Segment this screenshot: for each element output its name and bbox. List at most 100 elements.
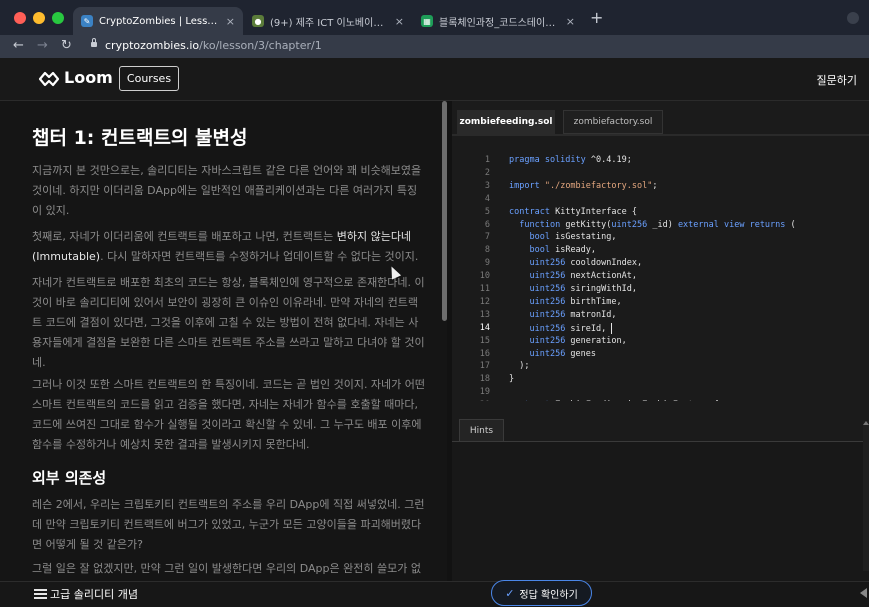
reload-icon[interactable]: ↻: [61, 38, 72, 54]
scroll-up-icon[interactable]: [863, 421, 869, 425]
line-number: 16: [479, 348, 490, 359]
code-line[interactable]: 12 uint256 birthTime,: [452, 297, 622, 310]
check-answer-button[interactable]: ✓ 정답 확인하기: [491, 580, 592, 606]
code-token: );: [509, 361, 530, 372]
code-line[interactable]: 17 );: [452, 361, 530, 374]
ask-question-button[interactable]: 질문하기: [817, 72, 857, 88]
check-icon: ✓: [505, 586, 515, 600]
code-line[interactable]: 1 pragma solidity ^0.4.19;: [452, 155, 632, 168]
close-tab-icon[interactable]: ×: [395, 15, 404, 28]
code-token: uint256: [529, 258, 566, 269]
code-text: function getKitty(uint256 _id) external …: [509, 219, 795, 233]
code-token: bool: [529, 232, 550, 243]
code-line[interactable]: 6 function getKitty(uint256 _id) externa…: [452, 220, 796, 233]
close-tab-icon[interactable]: ×: [566, 15, 575, 28]
line-number: 1: [484, 155, 490, 165]
line-number: 2: [484, 167, 490, 178]
code-token: ;: [652, 180, 658, 191]
code-line[interactable]: 9 uint256 cooldownIndex,: [452, 258, 642, 271]
code-line[interactable]: 15 uint256 generation,: [452, 336, 627, 349]
tab-search-button[interactable]: [847, 12, 859, 24]
code-token: external view returns: [677, 219, 786, 230]
code-token: cooldownIndex,: [565, 258, 643, 269]
text-caret: [611, 322, 613, 334]
code-token: ^0.4.19;: [585, 155, 632, 165]
code-line[interactable]: 8 bool isReady,: [452, 245, 596, 258]
tab-zombiefeeding[interactable]: zombiefeeding.sol: [457, 110, 555, 134]
code-token: ZombieFeeding is ZombieFactory {: [550, 400, 719, 401]
code-line[interactable]: 4: [452, 194, 509, 207]
code-text: uint256 cooldownIndex,: [509, 258, 642, 271]
address-bar: ← → ↻ cryptozombies.io/ko/lesson/3/chapt…: [0, 35, 869, 58]
code-line[interactable]: 11 uint256 siringWithId,: [452, 284, 637, 297]
back-arrow-icon[interactable]: ←: [13, 38, 24, 54]
code-line[interactable]: 10 uint256 nextActionAt,: [452, 271, 637, 284]
next-arrow-icon[interactable]: [860, 588, 867, 598]
editor-tab-underline: [452, 134, 869, 136]
line-number: 7: [484, 232, 490, 243]
hints-scrollbar[interactable]: [863, 421, 869, 571]
code-line[interactable]: 2: [452, 168, 509, 181]
lock-icon[interactable]: [91, 38, 97, 47]
code-token: uint256: [529, 284, 566, 294]
code-line[interactable]: 13 uint256 matronId,: [452, 310, 617, 323]
code-token: uint256: [529, 271, 566, 282]
course-menu-button[interactable]: 고급 솔리디티 개념: [34, 586, 138, 602]
lesson-paragraph: 그럴 일은 잘 없겠지만, 만약 그런 일이 발생한다면 우리의 DApp은 완…: [32, 562, 421, 575]
code-line[interactable]: 7 bool isGestating,: [452, 232, 617, 245]
browser-tab-cryptozombies[interactable]: ✎ CryptoZombies | Lesson 3 Cha ×: [73, 7, 243, 35]
line-number: 10: [479, 271, 490, 282]
code-token: uint256: [529, 348, 566, 359]
section-heading: 외부 의존성: [32, 469, 107, 487]
forward-arrow-icon[interactable]: →: [37, 38, 48, 54]
url-field[interactable]: cryptozombies.io/ko/lesson/3/chapter/1: [105, 39, 322, 52]
code-line[interactable]: 14 uint256 sireId,: [452, 322, 613, 336]
browser-tab-facebook[interactable]: ● (9+) 제주 ICT 이노베이션 스퀘어 블 ×: [244, 7, 412, 35]
line-number: 6: [484, 219, 490, 230]
code-token: uint256: [529, 296, 566, 307]
code-line[interactable]: 16 uint256 genes: [452, 349, 596, 362]
sheets-favicon-icon: ▦: [421, 15, 433, 27]
maximize-window-button[interactable]: [52, 12, 64, 24]
code-text: contract KittyInterface {: [509, 207, 637, 220]
close-window-button[interactable]: [14, 12, 26, 24]
browser-tab-sheets[interactable]: ▦ 블록체인과정_코드스테이츠 공유 - G ×: [413, 7, 583, 35]
code-token: matronId,: [565, 309, 617, 320]
code-line[interactable]: 20 contract ZombieFeeding is ZombieFactor…: [452, 400, 719, 401]
logo-text[interactable]: Loom: [64, 68, 113, 87]
code-token: _id): [647, 219, 678, 230]
code-text: uint256 matronId,: [509, 309, 617, 323]
code-text: bool isGestating,: [509, 232, 616, 245]
code-token: bool: [529, 245, 550, 256]
code-token: uint256: [611, 219, 648, 230]
code-text: uint256 nextActionAt,: [509, 271, 637, 284]
code-token: contract: [509, 400, 550, 401]
courses-button[interactable]: Courses: [119, 66, 179, 91]
line-number: 4: [484, 193, 490, 204]
line-number: 14: [479, 322, 490, 333]
lesson-paragraph: 레슨 2에서, 우리는 크립토키티 컨트랙트의 주소를 우리 DApp에 직접 …: [32, 498, 425, 551]
tab-zombiefactory[interactable]: zombiefactory.sol: [563, 110, 663, 134]
minimize-window-button[interactable]: [33, 12, 45, 24]
new-tab-button[interactable]: +: [590, 10, 603, 26]
code-line[interactable]: 5 contract KittyInterface {: [452, 207, 637, 220]
code-token: nextActionAt,: [565, 271, 637, 282]
code-text: uint256 sireId,: [509, 322, 613, 336]
code-text: import "./zombiefactory.sol";: [509, 181, 657, 194]
code-line[interactable]: 18}: [452, 374, 514, 387]
hints-tab[interactable]: Hints: [459, 419, 504, 441]
close-tab-icon[interactable]: ×: [226, 15, 235, 28]
code-token: }: [509, 374, 515, 385]
code-area[interactable]: 1 pragma solidity ^0.4.19; 2 3 import "./zom…: [452, 151, 869, 401]
line-number: 19: [479, 387, 490, 398]
code-line[interactable]: 19: [452, 387, 509, 400]
lesson-scrollbar[interactable]: [442, 101, 447, 321]
code-line[interactable]: 3 import "./zombiefactory.sol";: [452, 181, 658, 194]
code-token: getKitty(: [560, 219, 612, 230]
menu-icon: [34, 589, 47, 599]
